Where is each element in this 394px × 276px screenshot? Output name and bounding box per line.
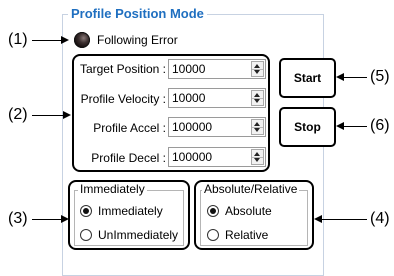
spin-up-icon[interactable] — [254, 93, 260, 97]
following-error-label: Following Error — [97, 33, 178, 47]
profile-decel-spinner[interactable] — [251, 149, 264, 165]
radio-immediately[interactable] — [80, 205, 92, 217]
immediately-group-title: Immediately — [78, 182, 147, 196]
spin-up-icon[interactable] — [254, 122, 260, 126]
callout-1: (1) — [8, 31, 28, 48]
callout-4-arrow-line — [321, 219, 367, 220]
radio-unimmediately[interactable] — [80, 229, 92, 241]
callout-3: (3) — [8, 210, 28, 227]
radio-immediately-label[interactable]: Immediately — [98, 204, 163, 218]
spin-up-icon[interactable] — [254, 64, 260, 68]
spin-down-icon[interactable] — [254, 99, 260, 103]
profile-decel-value: 100000 — [172, 150, 213, 164]
absolute-relative-group-title: Absolute/Relative — [202, 182, 300, 196]
start-button[interactable]: Start — [279, 58, 336, 98]
profile-velocity-spinner[interactable] — [251, 90, 264, 106]
target-position-label: Target Position : — [79, 62, 166, 76]
callout-2: (2) — [8, 106, 28, 123]
radio-absolute-label[interactable]: Absolute — [225, 204, 272, 218]
callout-4: (4) — [370, 210, 390, 227]
callout-2-arrowhead — [63, 111, 71, 119]
target-position-spinner[interactable] — [251, 61, 264, 77]
radio-absolute[interactable] — [207, 205, 219, 217]
callout-6: (6) — [370, 117, 390, 134]
stop-button[interactable]: Stop — [279, 107, 336, 147]
radio-unimmediately-label[interactable]: UnImmediately — [98, 228, 178, 242]
callout-6-arrow-line — [343, 126, 367, 127]
led-indicator-icon — [74, 32, 90, 48]
spin-down-icon[interactable] — [254, 128, 260, 132]
radio-relative[interactable] — [207, 229, 219, 241]
profile-velocity-label: Profile Velocity : — [80, 92, 166, 106]
target-position-field[interactable]: 10000 — [168, 59, 266, 79]
callout-1-arrow-line — [32, 40, 62, 41]
profile-velocity-value: 10000 — [172, 91, 206, 105]
profile-velocity-field[interactable]: 10000 — [168, 88, 266, 108]
callout-2-arrow-line — [32, 115, 64, 116]
callout-5: (5) — [370, 68, 390, 85]
profile-accel-label: Profile Accel : — [93, 121, 166, 135]
spin-up-icon[interactable] — [254, 152, 260, 156]
profile-accel-value: 100000 — [172, 120, 213, 134]
profile-accel-spinner[interactable] — [251, 119, 264, 135]
group-title: Profile Position Mode — [68, 6, 207, 22]
target-position-value: 10000 — [172, 62, 206, 76]
callout-3-arrow-line — [32, 219, 62, 220]
profile-decel-field[interactable]: 100000 — [168, 147, 266, 167]
spin-down-icon[interactable] — [254, 70, 260, 74]
profile-decel-label: Profile Decel : — [91, 151, 166, 165]
callout-5-arrow-line — [343, 77, 367, 78]
spin-down-icon[interactable] — [254, 158, 260, 162]
radio-relative-label[interactable]: Relative — [225, 228, 268, 242]
callout-1-arrowhead — [61, 36, 69, 44]
profile-accel-field[interactable]: 100000 — [168, 117, 266, 137]
